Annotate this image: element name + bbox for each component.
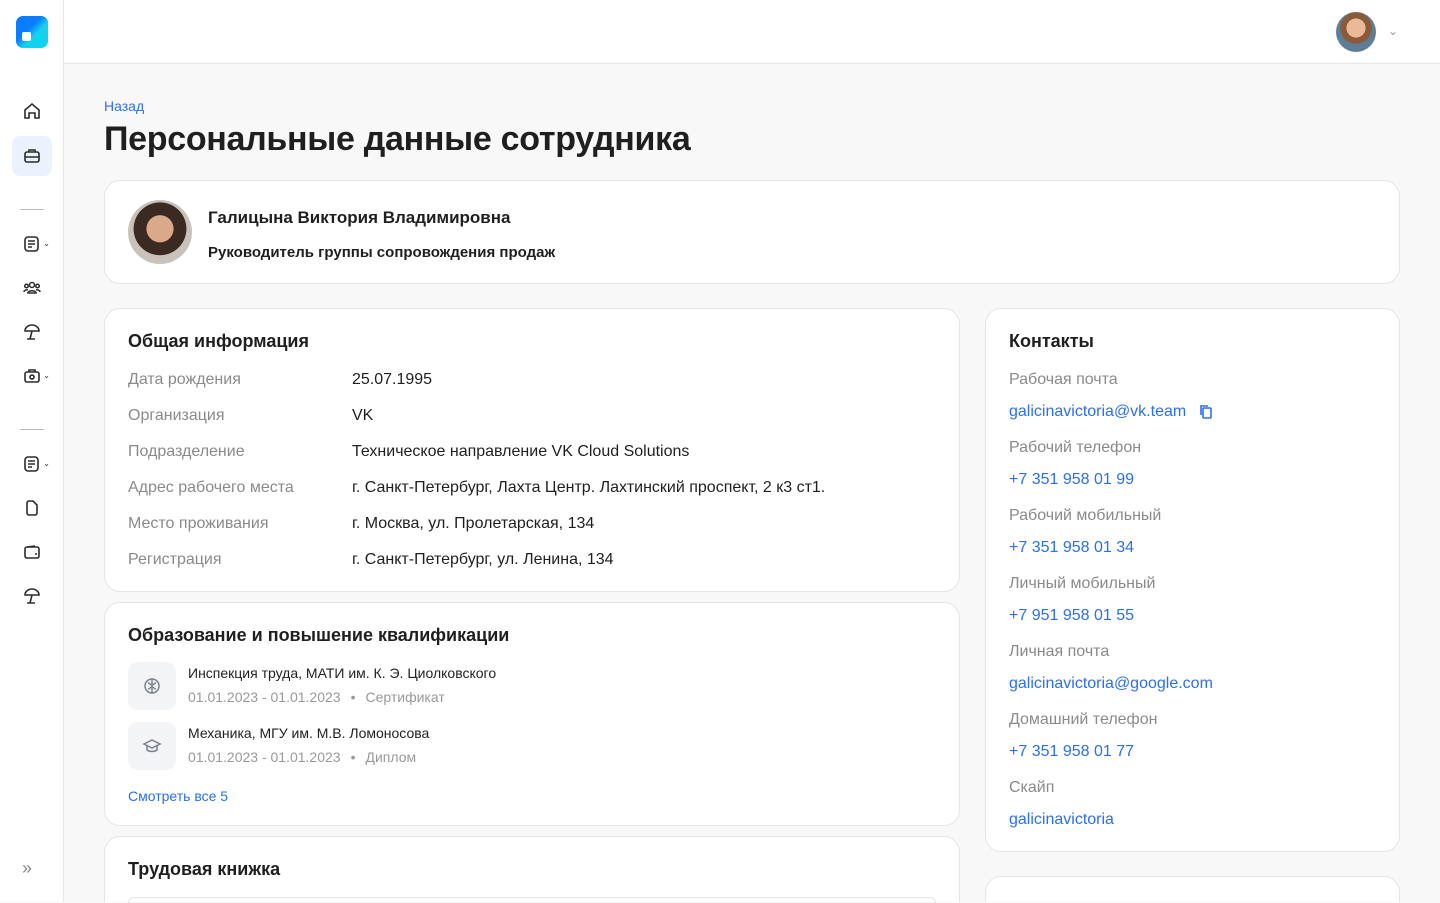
user-avatar[interactable] (1336, 12, 1376, 52)
wallet-icon[interactable] (12, 532, 52, 572)
expand-sidebar-icon[interactable]: » (22, 858, 32, 879)
info-row: Организация VK (128, 407, 373, 425)
info-value: г. Санкт-Петербург, Лахта Центр. Лахтинс… (352, 479, 826, 496)
home-icon[interactable] (12, 91, 52, 131)
education-dates: 01.01.2023 - 01.01.2023 (188, 689, 341, 705)
info-value: г. Санкт-Петербург, ул. Ленина, 134 (352, 551, 614, 568)
info-value: 25.07.1995 (352, 371, 433, 388)
education-item: Механика, МГУ им. М.В. Ломоносова 01.01.2… (128, 722, 429, 770)
contact-label: Личный мобильный (1009, 575, 1156, 592)
personal-mobile-link[interactable]: +7 951 958 01 55 (1009, 607, 1134, 625)
copy-icon[interactable] (1198, 404, 1214, 420)
chevron-down-icon[interactable]: ⌄ (1388, 24, 1398, 38)
general-info-card: Общая информация Дата рождения 25.07.1995… (104, 308, 960, 592)
info-label: Место проживания (128, 515, 269, 532)
sidebar-divider (20, 209, 44, 210)
see-all-link[interactable]: Смотреть все 5 (128, 788, 228, 804)
info-row: Дата рождения 25.07.1995 (128, 371, 432, 389)
document-list-icon[interactable]: ⌄ (12, 444, 52, 484)
info-label: Дата рождения (128, 371, 241, 388)
info-label: Адрес рабочего места (128, 479, 294, 496)
work-phone-link[interactable]: +7 351 958 01 99 (1009, 471, 1134, 489)
contact-label: Личная почта (1009, 643, 1110, 660)
section-title: Общая информация (128, 331, 309, 351)
file-icon[interactable] (12, 488, 52, 528)
contact-label: Домашний телефон (1009, 711, 1158, 728)
contact-label: Рабочая почта (1009, 371, 1118, 388)
education-title: Механика, МГУ им. М.В. Ломоносова (188, 725, 430, 741)
info-row: Регистрация г. Санкт-Петербург, ул. Ленин… (128, 551, 614, 569)
education-item: Инспекция труда, МАТИ им. К. Э. Циолковс… (128, 662, 496, 710)
education-title: Инспекция труда, МАТИ им. К. Э. Циолковс… (188, 665, 497, 681)
info-label: Регистрация (128, 551, 222, 568)
brain-icon (128, 662, 176, 710)
home-phone-link[interactable]: +7 351 958 01 77 (1009, 743, 1134, 761)
skype-link[interactable]: galicinavictoria (1009, 811, 1114, 829)
graduation-cap-icon (128, 722, 176, 770)
contacts-card: Контакты Рабочая почта galicinavictoria@… (985, 308, 1400, 852)
work-email-link[interactable]: galicinavictoria@vk.team (1009, 403, 1186, 421)
info-row: Место проживания г. Москва, ул. Пролетарс… (128, 515, 594, 533)
education-type: Сертификат (365, 689, 445, 705)
umbrella-icon[interactable] (12, 576, 52, 616)
employee-position: Руководитель группы сопровождения продаж (208, 244, 556, 261)
info-value: Техническое направление VK Cloud Solutio… (352, 443, 690, 460)
employee-name: Галицына Виктория Владимировна (208, 208, 511, 227)
work-book-card: Трудовая книжка (104, 836, 960, 903)
bullet: • (350, 749, 356, 765)
sidebar-divider (20, 429, 44, 430)
info-label: Организация (128, 407, 225, 424)
info-value: г. Москва, ул. Пролетарская, 134 (352, 515, 595, 532)
profile-card: Галицына Виктория Владимировна Руководит… (104, 180, 1400, 284)
employee-avatar (128, 200, 192, 264)
contact-label: Рабочий мобильный (1009, 507, 1162, 524)
secondary-card (985, 876, 1400, 902)
section-title: Образование и повышение квалификации (128, 625, 510, 645)
info-row: Адрес рабочего места г. Санкт-Петербург, … (128, 479, 825, 497)
users-icon[interactable] (12, 268, 52, 308)
sidebar: ⌄ ⌄ ⌄ » (0, 0, 64, 902)
document-list-icon[interactable]: ⌄ (12, 224, 52, 264)
education-dates: 01.01.2023 - 01.01.2023 (188, 749, 341, 765)
work-record (128, 897, 936, 903)
top-header: ⌄ (64, 0, 1440, 64)
info-label: Подразделение (128, 443, 245, 460)
contact-label: Скайп (1009, 779, 1055, 796)
page-title: Персональные данные сотрудника (104, 120, 691, 158)
education-card: Образование и повышение квалификации Инс… (104, 602, 960, 826)
education-type: Диплом (365, 749, 417, 765)
contact-label: Рабочий телефон (1009, 439, 1142, 456)
section-title: Трудовая книжка (128, 859, 281, 879)
medical-case-icon[interactable]: ⌄ (12, 356, 52, 396)
briefcase-icon[interactable] (12, 136, 52, 176)
app-logo[interactable] (16, 16, 48, 48)
umbrella-icon[interactable] (12, 312, 52, 352)
section-title: Контакты (1009, 331, 1094, 351)
bullet: • (350, 689, 356, 705)
back-link[interactable]: Назад (104, 98, 144, 114)
personal-email-link[interactable]: galicinavictoria@google.com (1009, 675, 1213, 693)
info-row: Подразделение Техническое направление VK … (128, 443, 689, 461)
info-value: VK (352, 407, 374, 424)
work-mobile-link[interactable]: +7 351 958 01 34 (1009, 539, 1134, 557)
